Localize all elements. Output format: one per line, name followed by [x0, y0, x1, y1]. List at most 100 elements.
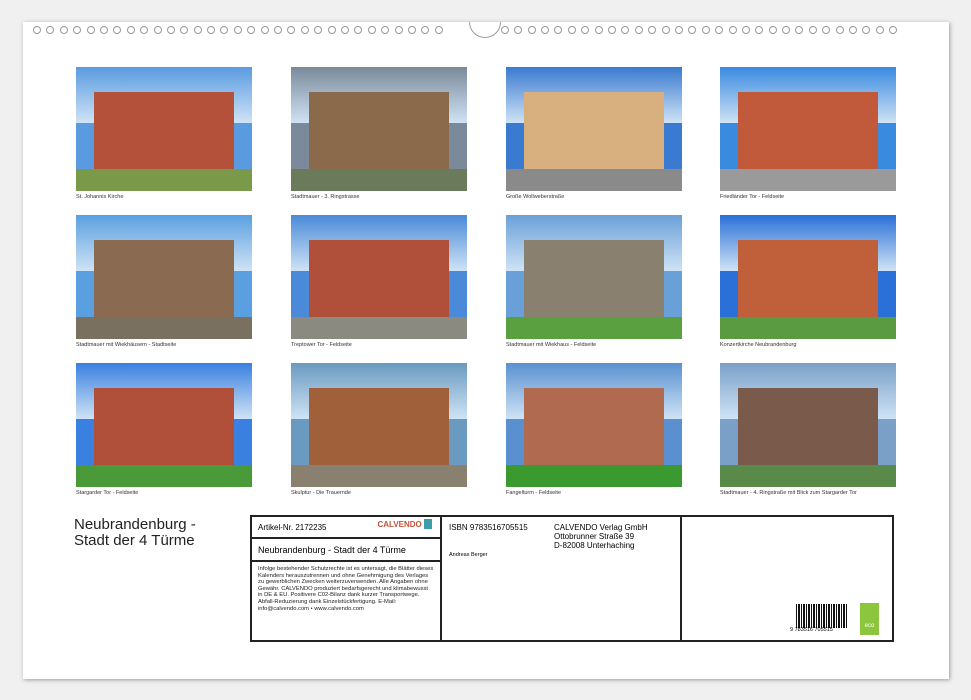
ring-hole [809, 26, 817, 34]
photo [720, 363, 896, 487]
ring-hole [247, 26, 255, 34]
ring-hole [328, 26, 336, 34]
photo-caption: Skulptur - Die Trauernde [291, 490, 351, 496]
ring-hole [501, 26, 509, 34]
ring-hole [113, 26, 121, 34]
article-number: Artikel-Nr. 2172235 [258, 523, 326, 532]
ring-hole [836, 26, 844, 34]
ring-hole [568, 26, 576, 34]
title-line-1: Neubrandenburg - [74, 517, 196, 533]
info-left: Artikel-Nr. 2172235 CALVENDO Neubrandenb… [252, 517, 442, 640]
ring-hole [33, 26, 41, 34]
legal-text: Infolge bestehender Schutzrechte ist es … [252, 562, 440, 616]
ring-hole [608, 26, 616, 34]
photo-caption: Stadtmauer mit Wiekhaus - Feldseite [506, 342, 596, 348]
ring-hole [154, 26, 162, 34]
photo-caption: Stadtmauer - 4. Ringstraße mit Blick zum… [720, 490, 857, 496]
photo-caption: St. Johannis Kirche [76, 194, 123, 200]
photo [506, 363, 682, 487]
ring-hole [782, 26, 790, 34]
photo-caption: Stargarder Tor - Feldseite [76, 490, 138, 496]
ring-hole [621, 26, 629, 34]
ring-hole [140, 26, 148, 34]
ring-hole [729, 26, 737, 34]
photo-caption: Stadtmauer mit Wiekhäusern - Stadtseite [76, 342, 176, 348]
ring-hole [541, 26, 549, 34]
ring-hole [261, 26, 269, 34]
isbn: ISBN 9783516705515 [449, 523, 528, 532]
photo [76, 215, 252, 339]
ring-hole [514, 26, 522, 34]
ring-hole [862, 26, 870, 34]
ring-hole [662, 26, 670, 34]
ring-hole [301, 26, 309, 34]
photo [291, 67, 467, 191]
ring-hole [675, 26, 683, 34]
ring-hole [381, 26, 389, 34]
ring-hole [354, 26, 362, 34]
ring-hole [889, 26, 897, 34]
photo [76, 67, 252, 191]
calendar-title: Neubrandenburg - Stadt der 4 Türme [74, 517, 196, 549]
ring-hole [341, 26, 349, 34]
publisher-address: CALVENDO Verlag GmbHOttobrunner Straße 3… [554, 523, 648, 550]
ring-hole [648, 26, 656, 34]
logo-mark-icon [424, 519, 432, 529]
photo [506, 67, 682, 191]
photo-caption: Stadtmauer - 3. Ringstrasse [291, 194, 359, 200]
photo-caption: Große Wollweberstraße [506, 194, 564, 200]
barcode-number: 9 783516 705515 [790, 627, 833, 633]
ring-hole [742, 26, 750, 34]
info-middle: ISBN 9783516705515 Andreas Berger CALVEN… [442, 517, 682, 640]
ring-hole [702, 26, 710, 34]
ring-hole [287, 26, 295, 34]
ring-hole [876, 26, 884, 34]
ring-hole [688, 26, 696, 34]
ring-hole [635, 26, 643, 34]
ring-hole [220, 26, 228, 34]
ring-hole [368, 26, 376, 34]
title-line-2: Stadt der 4 Türme [74, 533, 196, 549]
ring-hole [73, 26, 81, 34]
ring-hole [314, 26, 322, 34]
info-title: Neubrandenburg - Stadt der 4 Türme [252, 539, 440, 562]
ring-hole [100, 26, 108, 34]
photo [720, 67, 896, 191]
ring-hole [194, 26, 202, 34]
photo [291, 363, 467, 487]
ring-hole [167, 26, 175, 34]
ring-hole [795, 26, 803, 34]
photo [506, 215, 682, 339]
ring-hole [180, 26, 188, 34]
info-box: Artikel-Nr. 2172235 CALVENDO Neubrandenb… [250, 515, 894, 642]
ring-hole [207, 26, 215, 34]
author: Andreas Berger [449, 552, 488, 558]
photo [291, 215, 467, 339]
ring-hole [421, 26, 429, 34]
ring-hole [595, 26, 603, 34]
ring-hole [274, 26, 282, 34]
ring-hole [46, 26, 54, 34]
photo-caption: Fangelturm - Feldseite [506, 490, 561, 496]
photo-caption: Friedländer Tor - Feldseite [720, 194, 784, 200]
ring-hole [581, 26, 589, 34]
photo-caption: Konzertkirche Neubrandenburg [720, 342, 796, 348]
ring-hole [435, 26, 443, 34]
ring-hole [234, 26, 242, 34]
ring-hole [554, 26, 562, 34]
ring-hole [127, 26, 135, 34]
photo [720, 215, 896, 339]
ring-hole [822, 26, 830, 34]
ring-hole [755, 26, 763, 34]
photo [76, 363, 252, 487]
ring-hole [60, 26, 68, 34]
ring-hole [528, 26, 536, 34]
ring-hole [849, 26, 857, 34]
ring-hole [87, 26, 95, 34]
calvendo-logo: CALVENDO [377, 519, 432, 529]
ring-hole [715, 26, 723, 34]
ring-hole [769, 26, 777, 34]
ring-hole [408, 26, 416, 34]
barcode [796, 604, 848, 628]
ring-hole [395, 26, 403, 34]
